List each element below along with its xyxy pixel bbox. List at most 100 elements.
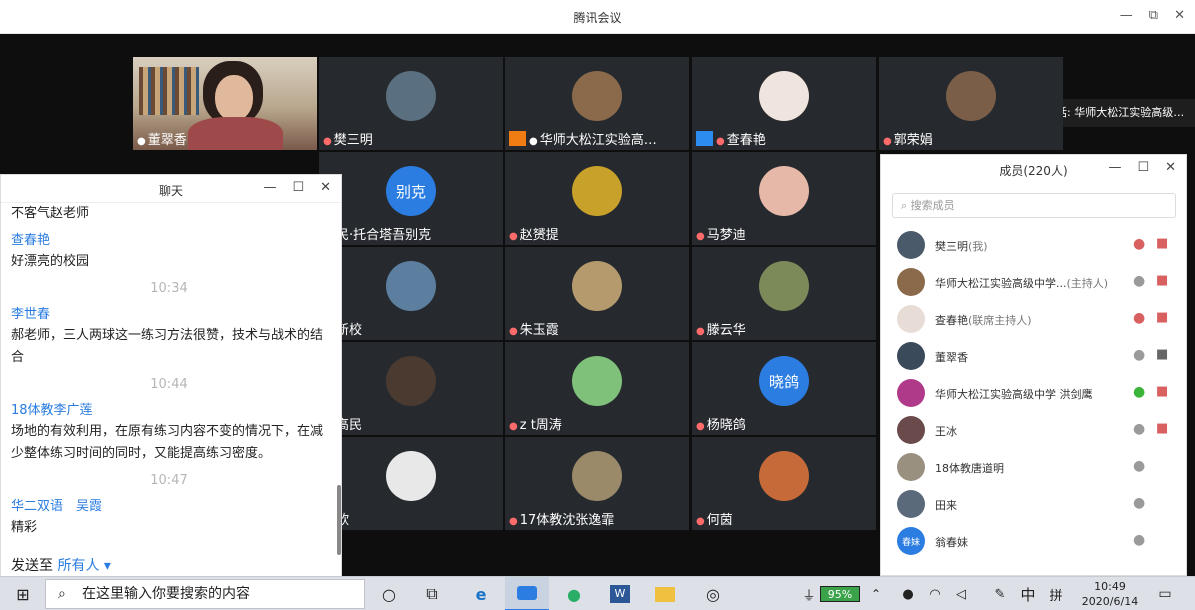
members-maximize-button[interactable]: ☐ [1137,160,1149,175]
avatar [572,261,622,311]
video-tile[interactable]: ● 马梦迪 [692,152,876,245]
ime-indicator[interactable]: 中 [1018,577,1038,610]
chat-messages[interactable]: 不客气赵老师 查春艳 好漂亮的校园 10:34 李世春 郝老师，三人两球这一练习方法很赞，… [1,203,337,555]
participant-name-text: 华师大松江实验高… [539,133,657,148]
video-tile[interactable]: 别克 赛民·托合塔吾别克 [319,152,503,245]
mic-muted-icon: ● [509,421,518,432]
avatar [897,305,925,333]
video-tile[interactable]: 东新校 [319,247,503,340]
chat-header: 聊天 — ☐ ✕ [1,175,341,203]
minimize-button[interactable]: — [1120,8,1133,23]
participant-name-text: 郭荣娟 [893,133,933,148]
tencent-meeting-taskbar-icon[interactable] [505,577,549,610]
member-row[interactable]: 董翠香 ● ■ [881,338,1186,375]
clock-date: 2020/6/14 [1081,595,1139,608]
mic-icon[interactable]: ● [1133,495,1145,511]
chevron-up-icon[interactable]: ⌃ [868,577,884,610]
edge-icon[interactable]: e [466,577,496,610]
video-tile[interactable]: ● 华师大松江实验高… [505,57,689,150]
member-search-input[interactable]: ⌕ 搜索成员 [892,193,1176,218]
mic-muted-icon[interactable]: ● [1133,236,1145,252]
video-tile[interactable]: ● 何茵 [692,437,876,530]
file-explorer-icon[interactable] [650,577,680,610]
mic-icon: ● [137,136,146,147]
battery-indicator[interactable]: 95% [820,586,860,602]
wifi-icon[interactable]: ◠ [926,577,944,610]
member-row[interactable]: 王冰 ● ■ [881,412,1186,449]
mic-icon[interactable]: ● [1133,384,1145,400]
camera-off-icon[interactable]: ■ [1156,421,1168,436]
mic-muted-icon[interactable]: ● [1133,310,1145,326]
camera-icon[interactable]: ■ [1156,347,1168,362]
chat-maximize-button[interactable]: ☐ [292,180,304,195]
mic-icon[interactable]: ● [1133,421,1145,437]
mic-icon[interactable]: ● [1133,458,1145,474]
members-minimize-button[interactable]: — [1108,160,1121,175]
camera-off-icon[interactable]: ■ [1156,310,1168,325]
video-tile[interactable]: ● 郭荣娟 [879,57,1063,150]
member-row[interactable]: 田来 ● [881,486,1186,523]
video-tile[interactable]: ● 董翠香 [133,57,317,150]
notification-icon[interactable]: ▭ [1155,577,1175,610]
task-view-icon[interactable]: ⧉ [420,577,444,610]
camera-off-icon[interactable]: ■ [1156,273,1168,288]
send-to[interactable]: 发送至 所有人 ▾ [11,555,111,575]
send-target-dropdown[interactable]: 所有人 ▾ [57,558,110,574]
participant-name: ● 何茵 [696,509,872,528]
clock[interactable]: 10:49 2020/6/14 [1080,579,1140,609]
member-row[interactable]: 18体教唐道明 ● [881,449,1186,486]
members-close-button[interactable]: ✕ [1165,160,1176,175]
video-tile[interactable]: ● 赵赟提 [505,152,689,245]
chat-minimize-button[interactable]: — [263,180,276,195]
mic-icon[interactable]: ● [1133,347,1145,363]
mic-icon[interactable]: ● [1133,532,1145,548]
member-row[interactable]: 春妹 翁春妹 ● [881,523,1186,560]
video-tile[interactable]: ● z t周涛 [505,342,689,435]
member-name: 18体教唐道明 [935,460,1004,476]
participant-name-text: 查春艳 [726,133,766,148]
video-tile[interactable]: 崔欣 [319,437,503,530]
participant-name: 张高民 [323,414,499,433]
video-tile[interactable]: ● 17体教沈张逸霏 [505,437,689,530]
taskbar-search-input[interactable]: ⌕ 在这里输入你要搜索的内容 [45,579,365,609]
member-row[interactable]: 华师大松江实验高级中学 洪剑鹰 ● ■ [881,375,1186,412]
member-name-text: 樊三明 [935,240,968,253]
member-row[interactable]: 华师大松江实验高级中学...(主持人) ● ■ [881,264,1186,301]
video-tile[interactable]: ● 滕云华 [692,247,876,340]
windows-start-icon[interactable]: ⊞ [8,577,38,610]
member-name: 王冰 [935,423,957,439]
word-icon[interactable]: W [605,577,635,610]
app-icon[interactable]: ◎ [698,577,728,610]
avatar [897,268,925,296]
video-tile[interactable]: 晓鸽 ● 杨晓鸽 [692,342,876,435]
participant-name-text: 杨晓鸽 [706,418,746,433]
mic-icon[interactable]: ● [1133,273,1145,289]
member-row[interactable]: 查春艳(联席主持人) ● ■ [881,301,1186,338]
video-tile[interactable]: ● 朱玉霞 [505,247,689,340]
member-name-text: 董翠香 [935,351,968,364]
cortana-icon[interactable]: ○ [378,577,400,610]
participant-name-text: z t周涛 [519,418,562,433]
pen-icon[interactable]: ✎ [992,577,1008,610]
volume-icon[interactable]: ◁ [952,577,970,610]
participant-name: ● 赵赟提 [509,224,685,243]
video-tile[interactable]: ● 樊三明 [319,57,503,150]
wechat-icon[interactable]: ● [558,577,590,610]
chat-timestamp: 10:44 [150,377,188,392]
member-row[interactable]: 樊三明(我) ● ■ [881,227,1186,264]
video-tile[interactable]: 张高民 [319,342,503,435]
chat-sender: 李世春 [11,307,51,322]
video-tile[interactable]: ● 查春艳 [692,57,876,150]
camera-off-icon[interactable]: ■ [1156,236,1168,251]
restore-button[interactable]: ⧉ [1149,8,1158,23]
chat-scrollbar[interactable] [337,485,341,555]
chat-timestamp: 10:34 [150,281,188,296]
microphone-icon[interactable]: ● [900,577,916,610]
participant-name: ● 查春艳 [696,129,872,148]
avatar [759,166,809,216]
camera-off-icon[interactable]: ■ [1156,384,1168,399]
close-button[interactable]: ✕ [1174,8,1185,23]
avatar [897,342,925,370]
chat-close-button[interactable]: ✕ [320,180,331,195]
ime-mode-indicator[interactable]: 拼 [1046,577,1066,610]
